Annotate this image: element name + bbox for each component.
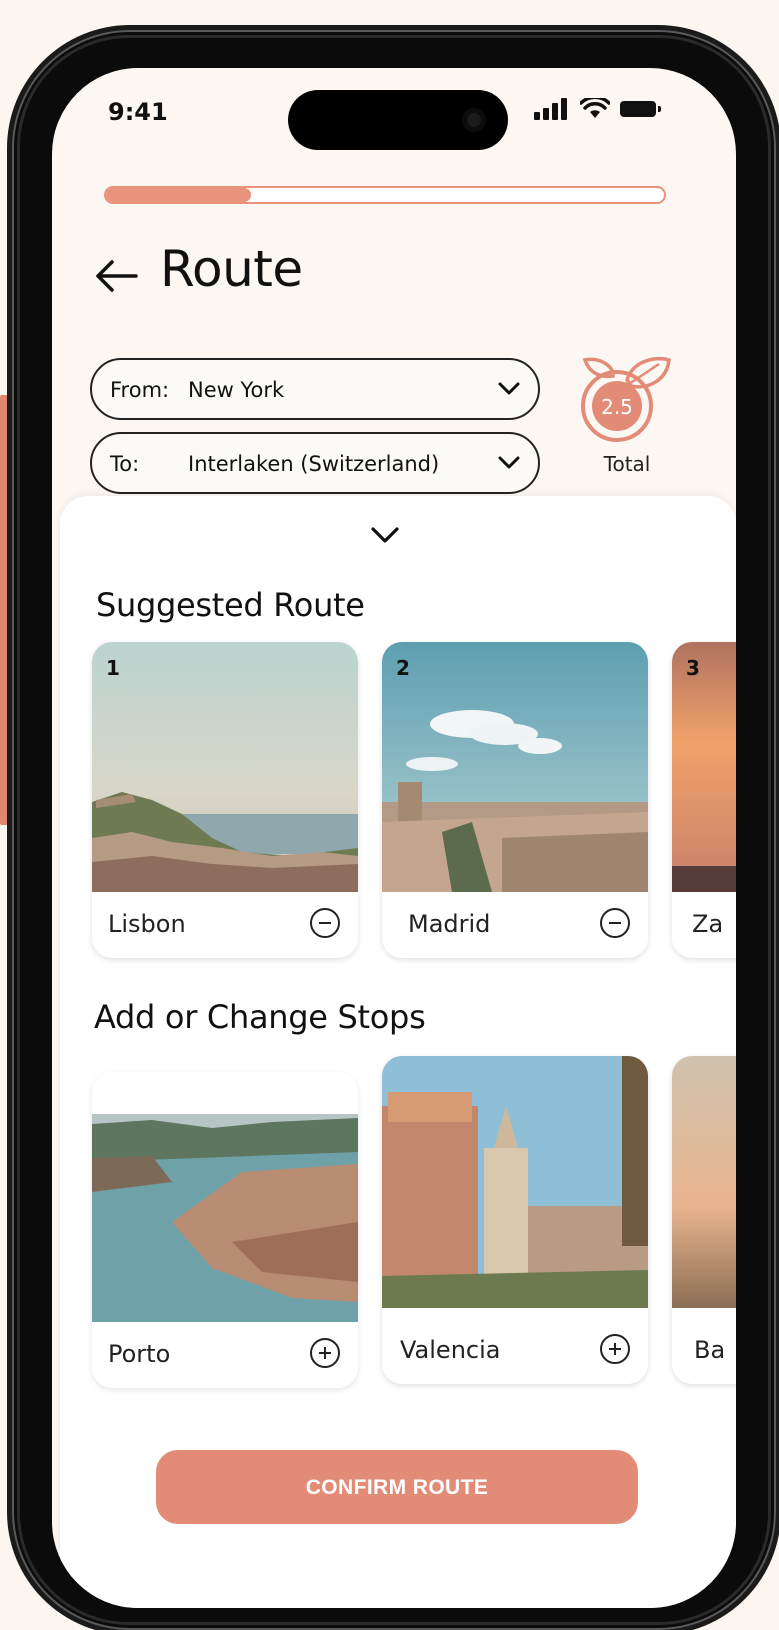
city-b-photo bbox=[672, 1056, 736, 1308]
signal-icon bbox=[534, 98, 570, 120]
footprint-value: 2.5 bbox=[601, 395, 633, 419]
route-card-madrid[interactable]: 2 Madrid bbox=[382, 642, 648, 958]
camera-icon bbox=[462, 108, 486, 132]
status-time: 9:41 bbox=[108, 98, 168, 126]
stop-number: 2 bbox=[396, 656, 410, 680]
porto-photo bbox=[92, 1072, 358, 1322]
city-name: Za bbox=[692, 910, 724, 938]
chevron-down-icon bbox=[498, 456, 520, 469]
add-stop-button[interactable] bbox=[600, 1334, 630, 1364]
city-name: Valencia bbox=[400, 1336, 501, 1364]
wifi-icon bbox=[580, 98, 610, 118]
lisbon-photo bbox=[92, 642, 358, 892]
confirm-route-button[interactable]: CONFIRM ROUTE bbox=[156, 1450, 638, 1524]
phone-frame: 9:41 Route From: New York To: Interlaken… bbox=[12, 30, 776, 1630]
city-name: Ba bbox=[694, 1336, 726, 1364]
madrid-photo bbox=[382, 642, 648, 892]
page-title: Route bbox=[160, 240, 303, 298]
stop-card-3[interactable]: Ba bbox=[672, 1056, 736, 1384]
progress-bar bbox=[104, 186, 666, 204]
from-value: New York bbox=[188, 378, 285, 402]
city-name: Madrid bbox=[408, 910, 491, 938]
app-screen: 9:41 Route From: New York To: Interlaken… bbox=[52, 68, 736, 1608]
stop-number: 1 bbox=[106, 656, 120, 680]
carbon-footprint-badge[interactable]: 2.5 Total bbox=[577, 350, 677, 480]
to-select[interactable]: To: Interlaken (Switzerland) bbox=[90, 432, 540, 494]
status-icons bbox=[534, 98, 674, 120]
route-card-lisbon[interactable]: 1 Lisbon bbox=[92, 642, 358, 958]
from-label: From: bbox=[110, 378, 170, 402]
add-change-stops-heading: Add or Change Stops bbox=[94, 998, 426, 1036]
stop-number: 3 bbox=[686, 656, 700, 680]
city-name: Porto bbox=[108, 1340, 171, 1368]
back-arrow-icon[interactable] bbox=[92, 256, 140, 296]
to-value: Interlaken (Switzerland) bbox=[188, 452, 440, 476]
chevron-down-icon bbox=[498, 382, 520, 395]
city-name: Lisbon bbox=[108, 910, 186, 938]
stop-card-porto[interactable]: Porto bbox=[92, 1072, 358, 1388]
valencia-photo bbox=[382, 1056, 648, 1308]
stop-card-valencia[interactable]: Valencia bbox=[382, 1056, 648, 1384]
progress-fill bbox=[106, 188, 252, 202]
side-accent-bar bbox=[0, 395, 12, 825]
add-stop-button[interactable] bbox=[310, 1338, 340, 1368]
remove-stop-button[interactable] bbox=[310, 908, 340, 938]
battery-icon bbox=[620, 101, 661, 117]
remove-stop-button[interactable] bbox=[600, 908, 630, 938]
to-label: To: bbox=[110, 452, 140, 476]
collapse-chevron-icon[interactable] bbox=[370, 526, 400, 544]
route-card-3[interactable]: 3 Za bbox=[672, 642, 736, 958]
suggested-route-heading: Suggested Route bbox=[96, 586, 365, 624]
footprint-label: Total bbox=[603, 452, 651, 476]
city-3-photo bbox=[672, 642, 736, 892]
from-select[interactable]: From: New York bbox=[90, 358, 540, 420]
dynamic-island bbox=[288, 90, 508, 150]
leaf-badge-icon: 2.5 bbox=[581, 356, 671, 442]
